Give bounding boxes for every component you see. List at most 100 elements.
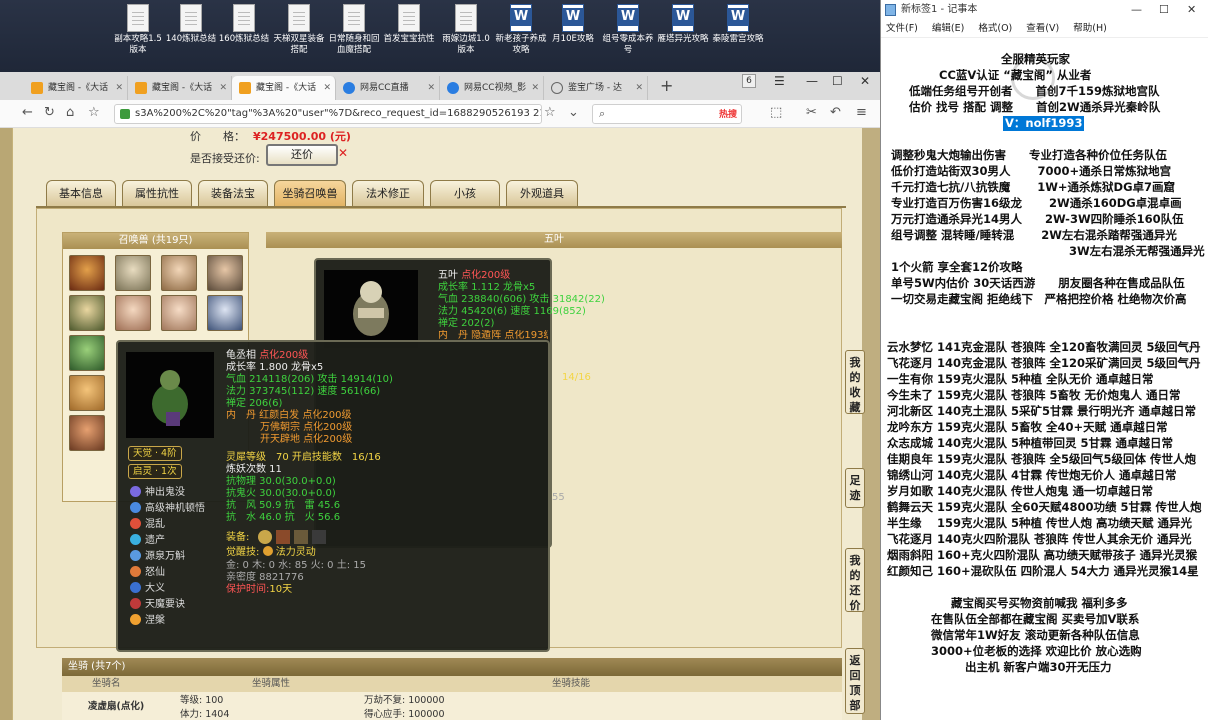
- my-favorites-button[interactable]: 我的收藏: [845, 350, 865, 414]
- new-tab-button[interactable]: +: [660, 76, 673, 95]
- menu-help[interactable]: 帮助(H): [1073, 23, 1107, 34]
- close-icon[interactable]: ✕: [427, 76, 435, 100]
- pet-avatar[interactable]: [115, 295, 151, 331]
- pet-avatar[interactable]: [161, 255, 197, 291]
- close-icon[interactable]: ✕: [531, 76, 539, 100]
- tab-spell-correction[interactable]: 法术修正: [352, 180, 424, 206]
- extension-icon[interactable]: ⬚: [770, 105, 782, 120]
- bargain-button[interactable]: 还价: [266, 144, 338, 166]
- tab-equipment[interactable]: 装备法宝: [198, 180, 268, 206]
- close-icon[interactable]: ✕: [323, 76, 331, 100]
- browser-tab[interactable]: 鉴宝广场 - 达 ✕: [544, 76, 648, 100]
- undo-icon[interactable]: ↶: [830, 105, 841, 120]
- menu-view[interactable]: 查看(V): [1026, 23, 1059, 34]
- close-window-icon[interactable]: ✕: [1187, 0, 1196, 20]
- tab-child[interactable]: 小孩: [430, 180, 500, 206]
- tab-appearance[interactable]: 外观道具: [506, 180, 578, 206]
- desktop-file-icon[interactable]: 日常随身和回血魔搭配: [326, 4, 382, 56]
- refresh-icon[interactable]: ↻: [44, 105, 55, 120]
- text-line: 微信常年1W好友 滚动更新各种队伍信息: [931, 628, 1140, 642]
- text-line: 飞花逐月 140克金混队 苍狼阵 全120采矿满回灵 5级回气丹: [887, 356, 1201, 370]
- search-icon: ⌕: [599, 107, 606, 120]
- close-icon[interactable]: ✕: [219, 76, 227, 100]
- bookmark-star-icon[interactable]: ☆: [88, 105, 100, 120]
- desktop-file-icon[interactable]: 新老孩子养成攻略: [493, 4, 549, 56]
- browser-tab-active[interactable]: 藏宝阁 -《大话 ✕: [232, 76, 336, 100]
- desktop-file-icon[interactable]: 副本攻略1.5版本: [110, 4, 166, 56]
- desktop-file-icon[interactable]: 140炼狱总结: [163, 4, 219, 45]
- desktop-file-icon[interactable]: 首发宝宝抗性: [381, 4, 437, 45]
- browser-tab[interactable]: 藏宝阁 -《大话 ✕: [128, 76, 232, 100]
- menu-edit[interactable]: 编辑(E): [932, 23, 964, 34]
- secure-shield-icon: [120, 109, 130, 119]
- menu-icon[interactable]: ☰: [774, 74, 785, 88]
- pet-avatar[interactable]: [115, 255, 151, 291]
- favorite-icon[interactable]: ☆: [544, 105, 556, 120]
- skill-icon: [130, 582, 141, 593]
- footprints-button[interactable]: 足迹: [845, 468, 865, 508]
- text-line: 半生缘 159克火混队 5种植 传世人炮 高功绩天赋 通异光: [887, 516, 1193, 530]
- back-to-top-button[interactable]: 返回顶部: [845, 648, 865, 714]
- pet-avatar[interactable]: [69, 375, 105, 411]
- back-icon[interactable]: ←: [22, 105, 33, 120]
- desktop-file-icon[interactable]: 组号零成本养号: [600, 4, 656, 56]
- close-window-icon[interactable]: ✕: [860, 74, 870, 88]
- close-icon[interactable]: ✕: [635, 76, 643, 100]
- text-line: CC蓝V认证 “藏宝阁” 从业者: [939, 68, 1092, 82]
- desktop-file-icon[interactable]: 雨嫁边城1.0版本: [438, 4, 494, 56]
- desktop-file-icon[interactable]: 160炼狱总结: [216, 4, 272, 45]
- text-line: 今生未了 159克火混队 苍狼阵 5畜牧 无价炮鬼人 通日常: [887, 388, 1181, 402]
- my-bargains-button[interactable]: 我的还价: [845, 548, 865, 612]
- pet-avatar-selected[interactable]: [69, 335, 105, 371]
- browser-tab[interactable]: 网易CC视频_影 ✕: [440, 76, 544, 100]
- text-line: 一生有你 159克火混队 5种植 全队无价 通卓越日常: [887, 372, 1154, 386]
- more-icon[interactable]: ≡: [856, 105, 867, 120]
- mount-header: 坐骑 (共7个): [62, 658, 842, 676]
- address-bar[interactable]: s3A%200%2C%20"tag"%3A%20"user"%7D&reco_r…: [114, 104, 542, 124]
- pet-avatar[interactable]: [69, 415, 105, 451]
- browser-tab[interactable]: 网易CC直播 ✕: [336, 76, 440, 100]
- pet-avatar[interactable]: [69, 295, 105, 331]
- text-line: 岁月如歌 140克火混队 传世人炮鬼 通一切卓越日常: [887, 484, 1154, 498]
- equipment-slot-icon[interactable]: [312, 530, 326, 544]
- notepad-titlebar: 新标签1 - 记事本 — ☐ ✕: [881, 0, 1208, 20]
- dropdown-icon[interactable]: ⌄: [568, 105, 579, 120]
- equipment-slot-icon[interactable]: [294, 530, 308, 544]
- pet-avatar[interactable]: [161, 295, 197, 331]
- pet-avatar[interactable]: [207, 295, 243, 331]
- equipment-slot-icon[interactable]: [276, 530, 290, 544]
- tab-count-badge[interactable]: 6: [742, 74, 756, 88]
- pet-skill: 天魔要诀: [130, 598, 185, 614]
- desktop-file-icon[interactable]: 雁塔异光攻略: [655, 4, 711, 45]
- minimize-icon[interactable]: —: [1131, 0, 1142, 20]
- text-line: 3000+位老板的选择 欢迎比价 放心选购: [931, 644, 1142, 658]
- notepad-text-area[interactable]: 全服精英玩家 CC蓝V认证 “藏宝阁” 从业者 低端任务组号开创者 首创7千15…: [881, 38, 1208, 720]
- home-icon[interactable]: ⌂: [66, 105, 74, 120]
- minimize-icon[interactable]: —: [806, 74, 818, 88]
- cc-icon: [343, 82, 355, 94]
- tab-mounts-pets[interactable]: 坐骑召唤兽: [274, 180, 346, 206]
- text-line: 飞花逐月 140克火四阶混队 苍狼阵 传世人其余无价 通异光: [887, 532, 1192, 546]
- pet-avatar[interactable]: [69, 255, 105, 291]
- search-input[interactable]: ⌕ 热搜: [592, 104, 742, 124]
- tab-basic-info[interactable]: 基本信息: [46, 180, 116, 206]
- close-icon[interactable]: ✕: [115, 76, 123, 100]
- mount-skill: 万劫不复: 100000: [364, 695, 445, 706]
- text-line: 低端任务组号开创者 首创7千159炼狱地宫队: [909, 84, 1160, 98]
- desktop-file-icon[interactable]: 月10E攻略: [545, 4, 601, 45]
- browser-tab[interactable]: 藏宝阁 -《大话 ✕: [24, 76, 128, 100]
- desktop-file-icon[interactable]: 天梯双星装备搭配: [271, 4, 327, 56]
- skill-icon: [130, 534, 141, 545]
- menu-format[interactable]: 格式(O): [978, 23, 1012, 34]
- equipment-slot-icon[interactable]: [258, 530, 272, 544]
- maximize-icon[interactable]: ☐: [1159, 0, 1169, 20]
- scissors-icon[interactable]: ✂: [806, 105, 817, 120]
- pet-avatar[interactable]: [207, 255, 243, 291]
- menu-file[interactable]: 文件(F): [886, 23, 918, 34]
- tab-attributes[interactable]: 属性抗性: [122, 180, 192, 206]
- text-line: 估价 找号 搭配 调整 首创2W通杀异光秦岭队: [909, 100, 1161, 114]
- pet-tooltip-guichengxiang: 龟丞相 点化200级 成长率 1.800 龙骨x5 气血 214118(206)…: [116, 340, 550, 652]
- maximize-icon[interactable]: ☐: [832, 74, 843, 88]
- text-line: 一切交易走藏宝阁 拒绝线下 严格把控价格 杜绝物次价高: [891, 292, 1187, 306]
- desktop-file-icon[interactable]: 秦陵雷宫攻略: [710, 4, 766, 45]
